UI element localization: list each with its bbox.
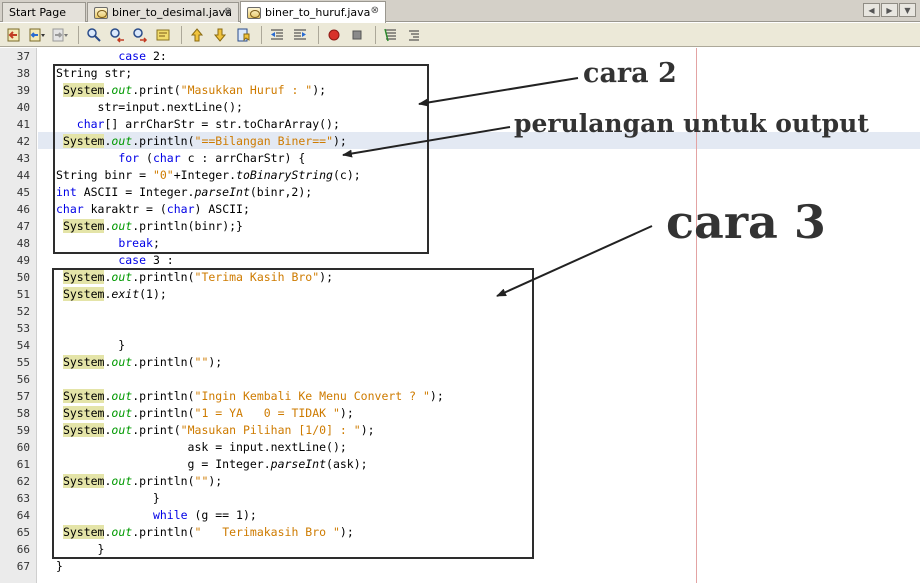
line-number: 43 xyxy=(16,152,30,165)
forward-icon[interactable] xyxy=(50,26,70,44)
code-line: case 3 : xyxy=(56,252,174,269)
tab-biner-to-desimal[interactable]: biner_to_desimal.java ⊗ xyxy=(87,2,239,22)
line-number: 39 xyxy=(16,84,30,97)
tab-label: biner_to_huruf.java xyxy=(265,6,371,19)
line-number: 46 xyxy=(16,203,30,216)
cara-2-highlight-box xyxy=(53,64,429,254)
line-number: 45 xyxy=(16,186,30,199)
tab-biner-to-huruf[interactable]: biner_to_huruf.java ⊗ xyxy=(240,1,386,23)
toggle-bookmark-icon[interactable] xyxy=(233,26,253,44)
line-number: 57 xyxy=(16,390,30,403)
comment-icon[interactable] xyxy=(381,26,401,44)
line-number: 37 xyxy=(16,50,30,63)
line-number: 44 xyxy=(16,169,30,182)
line-number: 59 xyxy=(16,424,30,437)
scroll-tabs-right-button[interactable]: ▶ xyxy=(881,3,898,17)
find-next-icon[interactable] xyxy=(130,26,150,44)
cara-3-label: cara 3 xyxy=(666,195,826,249)
back-icon[interactable] xyxy=(4,26,24,44)
next-bookmark-icon[interactable] xyxy=(210,26,230,44)
line-number: 56 xyxy=(16,373,30,386)
line-number-gutter: 37 38 39 40 41 42 43 44 45 46 47 48 49 50 51 52 53 54 55 56… xyxy=(0,48,37,583)
editor-toolbar xyxy=(0,23,920,47)
line-number: 67 xyxy=(16,560,30,573)
find-icon[interactable] xyxy=(84,26,104,44)
tab-list-dropdown-button[interactable]: ▼ xyxy=(899,3,916,17)
toolbar-separator xyxy=(78,25,79,44)
line-number: 65 xyxy=(16,526,30,539)
tab-navigation: ◀ ▶ ▼ xyxy=(863,3,916,17)
back-dropdown-icon[interactable] xyxy=(27,26,47,44)
find-prev-icon[interactable] xyxy=(107,26,127,44)
stop-macro-icon[interactable] xyxy=(347,26,367,44)
code-token: case xyxy=(118,49,147,63)
line-number: 62 xyxy=(16,475,30,488)
cara-3-highlight-box xyxy=(52,268,534,559)
toolbar-separator xyxy=(181,25,182,44)
toolbar-separator xyxy=(375,25,376,44)
code-token: case xyxy=(118,253,147,267)
line-number: 61 xyxy=(16,458,30,471)
code-token: 2: xyxy=(146,49,167,63)
line-number: 53 xyxy=(16,322,30,335)
java-file-icon xyxy=(94,6,108,19)
toggle-highlight-icon[interactable] xyxy=(153,26,173,44)
line-number: 48 xyxy=(16,237,30,250)
scroll-tabs-left-button[interactable]: ◀ xyxy=(863,3,880,17)
cara-2-label: cara 2 xyxy=(583,58,677,89)
line-number: 41 xyxy=(16,118,30,131)
code-token: } xyxy=(56,559,63,573)
tab-label: Start Page xyxy=(9,6,66,19)
prev-bookmark-icon[interactable] xyxy=(187,26,207,44)
line-number: 54 xyxy=(16,339,30,352)
perulangan-label: perulangan untuk output xyxy=(514,109,869,138)
line-number: 58 xyxy=(16,407,30,420)
line-number: 66 xyxy=(16,543,30,556)
close-tab-icon[interactable]: ⊗ xyxy=(224,6,232,17)
line-number: 64 xyxy=(16,509,30,522)
line-number: 49 xyxy=(16,254,30,267)
line-number: 55 xyxy=(16,356,30,369)
close-tab-icon[interactable]: ⊗ xyxy=(371,5,379,16)
line-number: 60 xyxy=(16,441,30,454)
shift-left-icon[interactable] xyxy=(267,26,287,44)
line-number: 50 xyxy=(16,271,30,284)
line-number: 38 xyxy=(16,67,30,80)
shift-right-icon[interactable] xyxy=(290,26,310,44)
code-line: case 2: xyxy=(56,48,167,65)
line-number: 47 xyxy=(16,220,30,233)
code-token: 3 : xyxy=(146,253,174,267)
tab-label: biner_to_desimal.java xyxy=(112,6,232,19)
tab-start-page[interactable]: Start Page xyxy=(2,2,86,22)
code-line: } xyxy=(56,558,63,575)
uncomment-icon[interactable] xyxy=(404,26,424,44)
start-macro-icon[interactable] xyxy=(324,26,344,44)
editor-tab-bar: Start Page biner_to_desimal.java ⊗ biner… xyxy=(0,0,920,23)
line-number: 63 xyxy=(16,492,30,505)
line-number: 51 xyxy=(16,288,30,301)
line-number: 40 xyxy=(16,101,30,114)
line-number: 52 xyxy=(16,305,30,318)
line-number: 42 xyxy=(16,135,30,148)
toolbar-separator xyxy=(318,25,319,44)
java-file-icon xyxy=(247,6,261,19)
toolbar-separator xyxy=(261,25,262,44)
